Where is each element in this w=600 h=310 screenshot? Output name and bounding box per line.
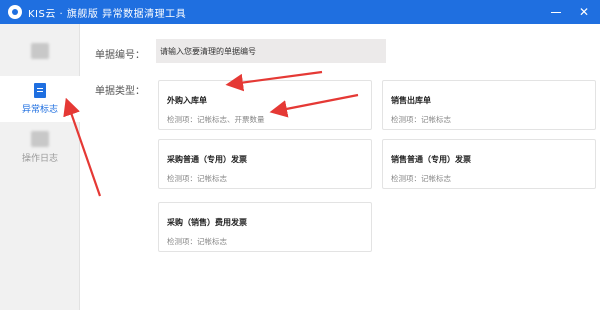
blurred-icon	[31, 43, 49, 59]
sidebar-item-1[interactable]	[0, 28, 80, 74]
sidebar-item-operation-log[interactable]: 操作日志	[0, 124, 80, 170]
blurred-icon	[31, 130, 49, 147]
card-desc: 检测项：记帐标志	[167, 174, 227, 183]
sidebar-item-label: 异常标志	[21, 105, 58, 115]
card-title: 外购入库单	[167, 96, 207, 105]
card-title: 销售普通（专用）发票	[391, 155, 471, 164]
sidebar-item-exception-flag[interactable]: 异常标志	[0, 76, 80, 122]
title-bar: KIS云 · 旗舰版 异常数据清理工具 ✕	[0, 0, 600, 24]
close-button[interactable]: ✕	[570, 0, 598, 24]
bill-type-card-expense-invoice[interactable]: 采购（销售）费用发票 检测项：记帐标志	[158, 202, 372, 252]
card-title: 销售出库单	[391, 96, 431, 105]
card-title: 采购（销售）费用发票	[167, 218, 247, 227]
sidebar: 异常标志 操作日志	[0, 24, 80, 310]
bill-type-card-sales-invoice[interactable]: 销售普通（专用）发票 检测项：记帐标志	[382, 139, 596, 189]
card-desc: 检测项：记帐标志	[167, 237, 227, 246]
bill-type-card-purchase-invoice[interactable]: 采购普通（专用）发票 检测项：记帐标志	[158, 139, 372, 189]
card-desc: 检测项：记帐标志	[391, 174, 451, 183]
bill-type-card-sales-outbound[interactable]: 销售出库单 检测项：记帐标志	[382, 80, 596, 130]
app-logo-icon	[8, 5, 22, 19]
document-icon	[34, 83, 46, 98]
card-desc: 检测项：记帐标志、开票数量	[167, 115, 265, 124]
bill-number-input[interactable]	[156, 39, 386, 63]
close-icon: ✕	[578, 5, 590, 19]
window-title: KIS云 · 旗舰版 异常数据清理工具	[28, 8, 187, 20]
sidebar-item-label: 操作日志	[21, 153, 58, 164]
minimize-button[interactable]	[542, 0, 570, 24]
card-title: 采购普通（专用）发票	[167, 155, 247, 164]
bill-type-label: 单据类型：	[95, 86, 145, 97]
bill-type-card-purchase-inbound[interactable]: 外购入库单 检测项：记帐标志、开票数量	[158, 80, 372, 130]
card-desc: 检测项：记帐标志	[391, 115, 451, 124]
bill-number-label: 单据编号：	[95, 50, 145, 61]
minimize-icon	[551, 11, 561, 13]
